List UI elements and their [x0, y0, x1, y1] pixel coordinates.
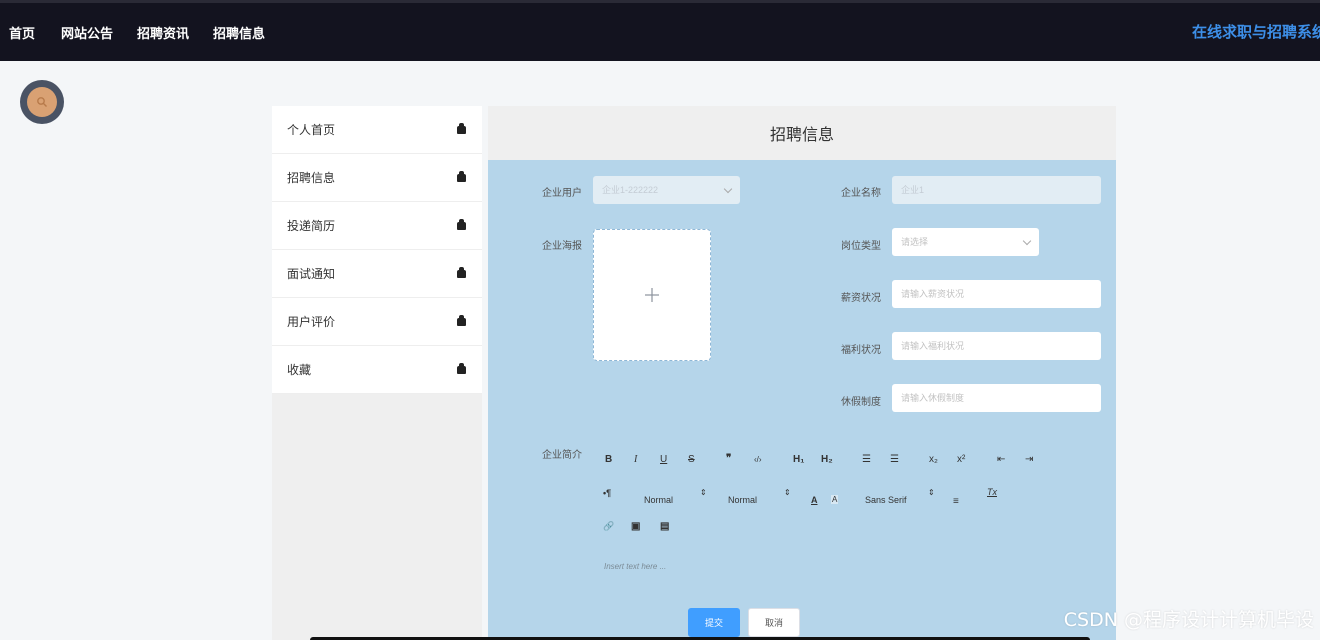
folder-icon: [457, 314, 466, 326]
folder-icon: [457, 170, 466, 182]
company-user-select[interactable]: 企业1-222222: [593, 176, 740, 204]
position-type-label: 岗位类型: [841, 241, 881, 252]
folder-icon: [457, 266, 466, 278]
sidebar-item-label: 个人首页: [287, 123, 336, 137]
align-button[interactable]: ≡: [953, 496, 959, 507]
font-family-select[interactable]: Sans Serif: [865, 495, 907, 505]
cancel-button[interactable]: 取消: [748, 608, 800, 637]
salary-placeholder: 请输入薪资状况: [901, 289, 965, 299]
chevron-down-icon: [723, 184, 733, 194]
bold-button[interactable]: B: [605, 454, 612, 465]
sidebar-item-user-reviews[interactable]: 用户评价: [272, 298, 482, 346]
background-color-button[interactable]: A: [831, 495, 839, 504]
header-select[interactable]: Normal: [728, 495, 757, 505]
submit-button[interactable]: 提交: [688, 608, 740, 637]
font-select-arrows-icon: ⇕: [928, 488, 935, 497]
salary-label: 薪资状况: [841, 293, 881, 304]
link-button[interactable]: 🔗: [603, 521, 614, 532]
blockquote-button[interactable]: ❞: [726, 453, 731, 464]
h1-button[interactable]: H₁: [793, 454, 804, 465]
company-name-label: 企业名称: [841, 188, 881, 199]
sidebar-item-label: 招聘信息: [287, 171, 336, 185]
editor-placeholder[interactable]: Insert text here ...: [604, 562, 666, 571]
code-button[interactable]: ‹/›: [754, 455, 762, 464]
top-nav-bar: 首页 网站公告 招聘资讯 招聘信息 在线求职与招聘系统: [0, 0, 1320, 61]
welfare-placeholder: 请输入福利状况: [901, 341, 965, 351]
main-nav: 首页 网站公告 招聘资讯 招聘信息: [0, 3, 289, 61]
folder-icon: [457, 218, 466, 230]
sidebar-item-interview-notice[interactable]: 面试通知: [272, 250, 482, 298]
ordered-list-button[interactable]: ☰: [862, 454, 871, 465]
salary-input[interactable]: 请输入薪资状况: [892, 280, 1101, 308]
avatar-inner: [27, 87, 57, 117]
folder-icon: [457, 122, 466, 134]
sidebar-item-recruit-info[interactable]: 招聘信息: [272, 154, 482, 202]
outdent-button[interactable]: ⇤: [997, 454, 1005, 465]
company-name-value: 企业1: [901, 185, 925, 195]
sidebar-item-label: 面试通知: [287, 267, 336, 281]
nav-announcements[interactable]: 网站公告: [61, 23, 113, 42]
header-select-arrows-icon: ⇕: [784, 488, 791, 497]
poster-upload[interactable]: [593, 229, 711, 361]
vacation-input[interactable]: 请输入休假制度: [892, 384, 1101, 412]
italic-button[interactable]: I: [634, 454, 637, 465]
position-type-placeholder: 请选择: [901, 237, 929, 247]
clean-format-button[interactable]: Tx: [987, 487, 997, 497]
video-button[interactable]: ▤: [660, 521, 669, 532]
sidebar-item-label: 用户评价: [287, 315, 336, 329]
image-button[interactable]: ▣: [631, 521, 640, 532]
folder-icon: [457, 362, 466, 374]
indent-button[interactable]: ⇥: [1025, 454, 1033, 465]
chevron-down-icon: [1022, 236, 1032, 246]
sidebar-item-label: 收藏: [287, 363, 312, 377]
position-type-select[interactable]: 请选择: [892, 228, 1039, 256]
nav-home[interactable]: 首页: [9, 23, 35, 42]
intro-label: 企业简介: [542, 450, 582, 461]
size-select[interactable]: Normal: [644, 495, 673, 505]
nav-recruit-info[interactable]: 招聘信息: [213, 23, 265, 42]
size-select-arrows-icon: ⇕: [700, 488, 707, 497]
company-name-field[interactable]: 企业1: [892, 176, 1101, 204]
search-icon: [37, 97, 47, 107]
sidebar-item-personal-home[interactable]: 个人首页: [272, 106, 482, 154]
vacation-placeholder: 请输入休假制度: [901, 393, 965, 403]
company-user-label: 企业用户: [542, 188, 582, 199]
welfare-input[interactable]: 请输入福利状况: [892, 332, 1101, 360]
company-user-value: 企业1-222222: [602, 185, 659, 195]
user-avatar[interactable]: [20, 80, 64, 124]
sidebar-item-submit-resume[interactable]: 投递简历: [272, 202, 482, 250]
recruit-form-panel: 招聘信息 企业用户 企业1-222222 企业名称 企业1 企业海报 岗位类型 …: [488, 106, 1116, 640]
sidebar-item-favorites[interactable]: 收藏: [272, 346, 482, 394]
underline-button[interactable]: U: [660, 454, 667, 465]
sidebar-item-label: 投递简历: [287, 219, 336, 233]
site-brand: 在线求职与招聘系统: [1192, 23, 1320, 41]
vacation-label: 休假制度: [841, 397, 881, 408]
font-color-button[interactable]: A: [811, 495, 818, 505]
panel-title: 招聘信息: [488, 106, 1116, 160]
strike-button[interactable]: S: [688, 454, 695, 465]
poster-label: 企业海报: [542, 241, 582, 252]
sidebar-menu: 个人首页 招聘信息 投递简历 面试通知 用户评价 收藏: [272, 106, 482, 640]
welfare-label: 福利状况: [841, 345, 881, 356]
watermark: CSDN @程序设计计算机毕设: [1063, 609, 1314, 631]
subscript-button[interactable]: x₂: [929, 454, 938, 465]
h2-button[interactable]: H₂: [821, 454, 833, 465]
plus-icon: [645, 288, 659, 302]
bullet-list-button[interactable]: ☰: [890, 454, 899, 465]
superscript-button[interactable]: x²: [957, 454, 965, 465]
direction-button[interactable]: •¶: [603, 488, 611, 498]
nav-recruit-news[interactable]: 招聘资讯: [137, 23, 189, 42]
